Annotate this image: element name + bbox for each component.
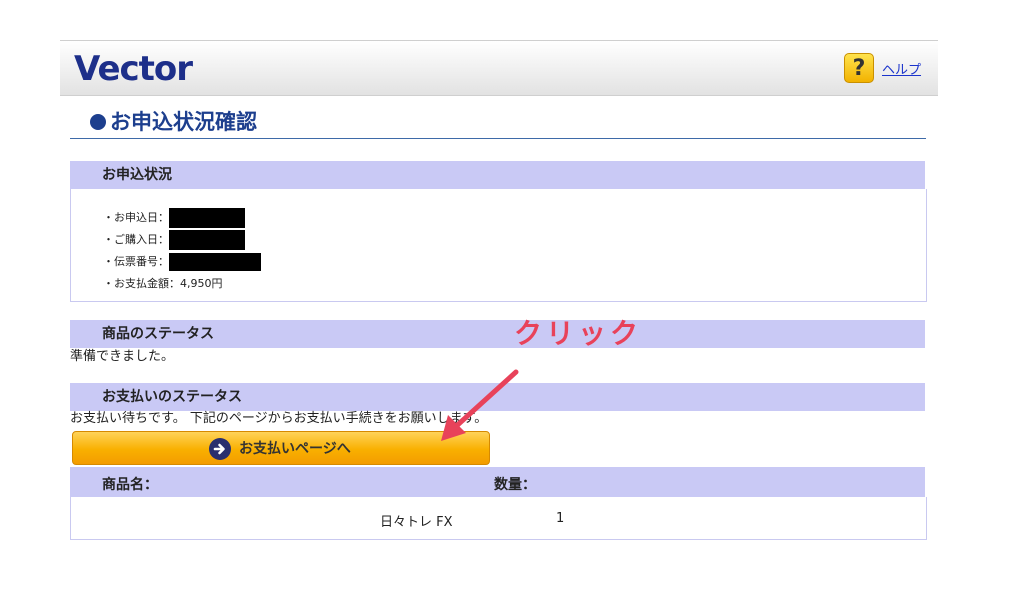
product-status-heading: 商品のステータス (70, 320, 925, 348)
application-status-box: ・お申込日： ・ご購入日： ・伝票番号： ・お支払金額：4,950円 (70, 189, 927, 302)
products-table-body (70, 497, 927, 540)
vector-logo[interactable]: Vector (74, 49, 193, 89)
page-title-bar: お申込状況確認 (70, 108, 926, 139)
payment-page-button-label: お支払いページへ (239, 441, 351, 457)
redacted-block (169, 253, 261, 271)
payment-page-button[interactable]: お支払いページへ (72, 431, 490, 465)
product-status-text: 準備できました。 (70, 349, 175, 364)
slip-number-label: ・伝票番号： (103, 255, 169, 268)
payment-amount-row: ・お支払金額：4,950円 (71, 273, 926, 295)
redacted-block (169, 230, 245, 250)
arrow-right-circle-icon (209, 438, 231, 460)
payment-amount-label: ・お支払金額： (103, 277, 180, 290)
purchase-date-row: ・ご購入日： (71, 229, 926, 251)
quantity-column-header: 数量： (494, 477, 536, 493)
click-annotation-label: クリック (514, 317, 643, 350)
slip-number-row: ・伝票番号： (71, 251, 926, 273)
order-date-row: ・お申込日： (71, 207, 926, 229)
quantity-cell: 1 (556, 511, 565, 526)
payment-status-text: お支払い待ちです。 下記のページからお支払い手続きをお願いします。 (70, 411, 488, 426)
product-name-column-header: 商品名： (102, 477, 158, 493)
order-date-label: ・お申込日： (103, 211, 169, 224)
product-name-cell: 日々トレ FX (380, 515, 453, 530)
header-bar: Vector ? ヘルプ (60, 40, 938, 96)
payment-amount-value: 4,950円 (180, 277, 223, 290)
bullet-icon (90, 114, 106, 130)
application-status-heading: お申込状況 (70, 161, 925, 189)
payment-status-heading: お支払いのステータス (70, 383, 925, 411)
purchase-date-label: ・ご購入日： (103, 233, 169, 246)
help-icon[interactable]: ? (844, 53, 874, 83)
help-link[interactable]: ヘルプ (882, 59, 921, 78)
page-title: お申込状況確認 (110, 110, 257, 134)
redacted-block (169, 208, 245, 228)
